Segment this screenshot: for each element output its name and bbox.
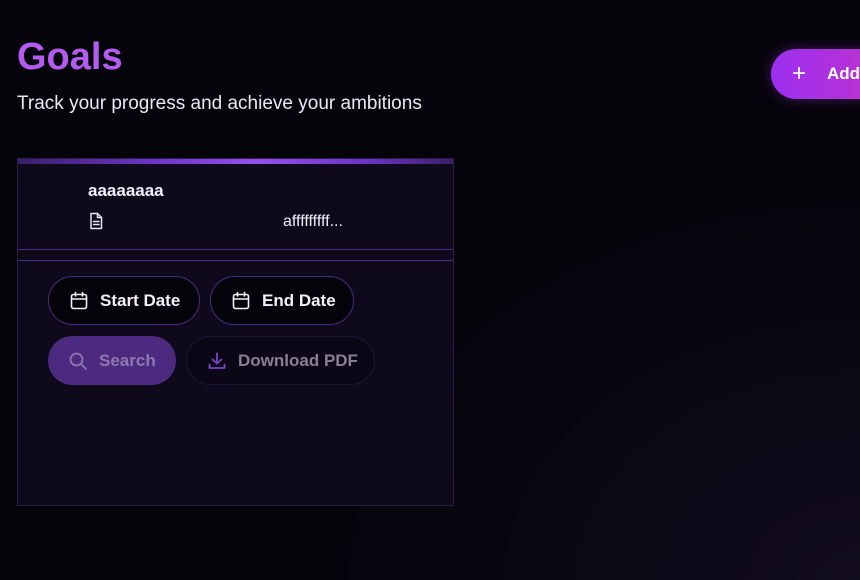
card-divider [18,260,453,261]
download-pdf-label: Download PDF [238,350,358,370]
goal-description: afffffffff... [283,213,343,230]
calendar-icon [69,291,89,311]
download-pdf-button[interactable]: Download PDF [186,336,375,385]
end-date-label: End Date [262,290,336,310]
goal-name: aaaaaaaa [88,181,164,200]
page-subtitle: Track your progress and achieve your amb… [17,93,422,114]
card-divider [18,249,453,250]
add-goal-label: Add Goal [827,64,860,83]
start-date-label: Start Date [100,290,181,310]
calendar-icon [231,291,251,311]
start-date-button[interactable]: Start Date [48,276,200,325]
add-goal-button[interactable]: + Add Goal [771,49,860,99]
plus-icon: + [792,60,807,87]
search-button[interactable]: Search [48,336,176,385]
document-icon [88,212,104,230]
goals-page: Goals Track your progress and achieve yo… [0,0,860,580]
goal-card: aaaaaaaa afffffffff... Start Date End Da… [17,158,454,506]
search-label: Search [99,350,156,370]
search-icon [68,351,88,371]
card-accent-bar [18,159,453,164]
download-icon [207,351,227,371]
end-date-button[interactable]: End Date [210,276,354,325]
page-title: Goals [17,36,123,78]
